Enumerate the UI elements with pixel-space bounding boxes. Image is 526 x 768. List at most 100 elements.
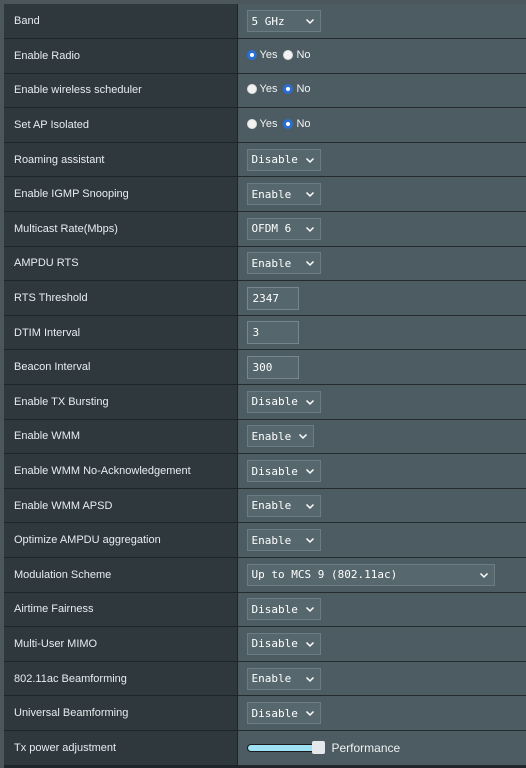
setting-value-cell: Enable xyxy=(237,246,526,282)
setting-row-universal-beamforming: Universal Beamforming Disable xyxy=(4,695,526,731)
chevron-down-icon xyxy=(305,258,315,268)
chevron-down-icon xyxy=(305,155,315,165)
radio-label: Yes xyxy=(259,118,278,131)
enable-wireless-scheduler-radio-group: Yes No xyxy=(246,83,314,95)
select-value: Enable xyxy=(251,429,292,443)
setting-value-cell: Disable xyxy=(237,142,526,178)
setting-row-enable-tx-bursting: Enable TX Bursting Disable xyxy=(4,384,526,420)
set-ap-isolated-radio-no[interactable]: No xyxy=(283,118,311,130)
setting-row-multicast-rate-mbps: Multicast Rate(Mbps) OFDM 6 xyxy=(4,211,526,247)
enable-wmm-apsd-select[interactable]: Enable xyxy=(246,494,321,517)
enable-radio-radio-group: Yes No xyxy=(246,48,314,61)
radio-unselected-icon[interactable] xyxy=(246,119,257,130)
chevron-down-icon xyxy=(305,224,315,234)
multicast-rate-mbps-select[interactable]: OFDM 6 xyxy=(246,217,321,240)
setting-row-rts-threshold: RTS Threshold xyxy=(4,280,526,316)
dtim-interval-input[interactable] xyxy=(246,321,299,345)
multi-user-mimo-select[interactable]: Disable xyxy=(246,632,321,655)
select-value: OFDM 6 xyxy=(251,222,292,236)
tx-power-adjustment-slider-wrap: Performance xyxy=(246,740,400,755)
setting-value-cell: Up to MCS 9 (802.11ac) xyxy=(237,557,526,593)
setting-label: Beacon Interval xyxy=(4,349,238,386)
setting-row-enable-wmm-apsd: Enable WMM APSD Enable xyxy=(4,488,526,524)
radio-unselected-icon[interactable] xyxy=(246,84,257,95)
enable-igmp-snooping-select[interactable]: Enable xyxy=(246,183,321,206)
setting-value-cell: Disable xyxy=(237,626,526,662)
enable-radio-radio-no[interactable]: No xyxy=(283,48,311,61)
802-11ac-beamforming-select[interactable]: Enable xyxy=(246,667,321,690)
radio-selected-icon[interactable] xyxy=(246,49,257,60)
universal-beamforming-select[interactable]: Disable xyxy=(246,702,321,725)
enable-wireless-scheduler-radio-yes[interactable]: Yes xyxy=(246,83,277,95)
setting-value-cell xyxy=(237,315,526,351)
enable-wireless-scheduler-radio-no[interactable]: No xyxy=(283,83,311,95)
setting-row-modulation-scheme: Modulation Scheme Up to MCS 9 (802.11ac) xyxy=(4,557,526,593)
setting-value-cell: Enable xyxy=(237,176,526,213)
select-value: Disable xyxy=(251,706,298,720)
modulation-scheme-select[interactable]: Up to MCS 9 (802.11ac) xyxy=(246,563,495,586)
setting-row-airtime-fairness: Airtime Fairness Disable xyxy=(4,592,526,628)
chevron-down-icon xyxy=(305,501,315,511)
radio-unselected-icon[interactable] xyxy=(283,49,294,60)
select-value: 5 GHz xyxy=(251,14,285,28)
beacon-interval-input[interactable] xyxy=(246,355,299,379)
setting-label: Set AP Isolated xyxy=(4,107,238,143)
setting-label: Optimize AMPDU aggregation xyxy=(4,522,238,558)
setting-value-cell: Disable xyxy=(237,384,526,420)
setting-label: Roaming assistant xyxy=(4,142,238,178)
setting-row-band: Band 5 GHz xyxy=(4,4,526,40)
set-ap-isolated-radio-yes[interactable]: Yes xyxy=(246,118,278,131)
setting-value-cell: Yes No xyxy=(237,107,526,143)
radio-selected-icon[interactable] xyxy=(283,84,294,95)
enable-wmm-no-acknowledgement-select[interactable]: Disable xyxy=(246,460,321,483)
enable-radio-radio-yes[interactable]: Yes xyxy=(246,48,278,61)
setting-label: AMPDU RTS xyxy=(4,246,238,282)
setting-label: DTIM Interval xyxy=(4,315,238,351)
airtime-fairness-select[interactable]: Disable xyxy=(246,598,321,621)
radio-selected-icon[interactable] xyxy=(283,119,294,130)
setting-row-optimize-ampdu-aggregation: Optimize AMPDU aggregation Enable xyxy=(4,522,526,558)
setting-label: RTS Threshold xyxy=(4,280,238,316)
wireless-professional-settings: Band 5 GHz Enable Radio Yes No Enable wireles… xyxy=(4,4,526,768)
chevron-down-icon xyxy=(305,674,315,684)
setting-value-cell xyxy=(237,349,526,386)
setting-value-cell: Yes No xyxy=(237,38,526,74)
radio-label: Yes xyxy=(259,48,278,61)
ampdu-rts-select[interactable]: Enable xyxy=(246,252,321,275)
select-value: Up to MCS 9 (802.11ac) xyxy=(251,568,398,582)
setting-label: Tx power adjustment xyxy=(4,730,238,766)
setting-label: Enable Radio xyxy=(4,38,238,74)
setting-value-cell: Disable xyxy=(237,453,526,489)
tx-power-slider[interactable] xyxy=(246,740,325,754)
setting-label: Enable wireless scheduler xyxy=(4,73,238,109)
chevron-down-icon xyxy=(305,397,315,407)
setting-value-cell xyxy=(237,280,526,316)
setting-row-tx-power-adjustment: Tx power adjustment Performance xyxy=(4,730,526,766)
band-select[interactable]: 5 GHz xyxy=(246,10,321,33)
select-value: Enable xyxy=(251,499,292,513)
select-value: Enable xyxy=(251,672,292,686)
setting-row-802-11ac-beamforming: 802.11ac Beamforming Enable xyxy=(4,661,526,697)
setting-row-beacon-interval: Beacon Interval xyxy=(4,349,526,386)
setting-label: Enable WMM No-Acknowledgement xyxy=(4,453,238,489)
optimize-ampdu-aggregation-select[interactable]: Enable xyxy=(246,529,321,552)
enable-tx-bursting-select[interactable]: Disable xyxy=(246,390,321,413)
radio-label: No xyxy=(296,48,311,61)
chevron-down-icon xyxy=(305,16,315,26)
rts-threshold-input[interactable] xyxy=(246,286,299,310)
roaming-assistant-select[interactable]: Disable xyxy=(246,148,321,171)
enable-wmm-select[interactable]: Enable xyxy=(246,425,314,448)
setting-label: Multi-User MIMO xyxy=(4,626,238,662)
setting-value-cell: Disable xyxy=(237,695,526,731)
setting-value-cell: Disable xyxy=(237,592,526,628)
setting-label: Multicast Rate(Mbps) xyxy=(4,211,238,247)
setting-row-enable-wireless-scheduler: Enable wireless scheduler Yes No xyxy=(4,73,526,109)
slider-thumb[interactable] xyxy=(311,740,325,754)
select-value: Enable xyxy=(251,187,292,201)
setting-label: Modulation Scheme xyxy=(4,557,238,593)
setting-value-cell: Enable xyxy=(237,419,526,455)
select-value: Disable xyxy=(251,464,298,478)
setting-label: Enable WMM xyxy=(4,419,238,455)
settings-table: Band 5 GHz Enable Radio Yes No Enable wireles… xyxy=(4,4,526,766)
select-value: Disable xyxy=(251,395,298,409)
